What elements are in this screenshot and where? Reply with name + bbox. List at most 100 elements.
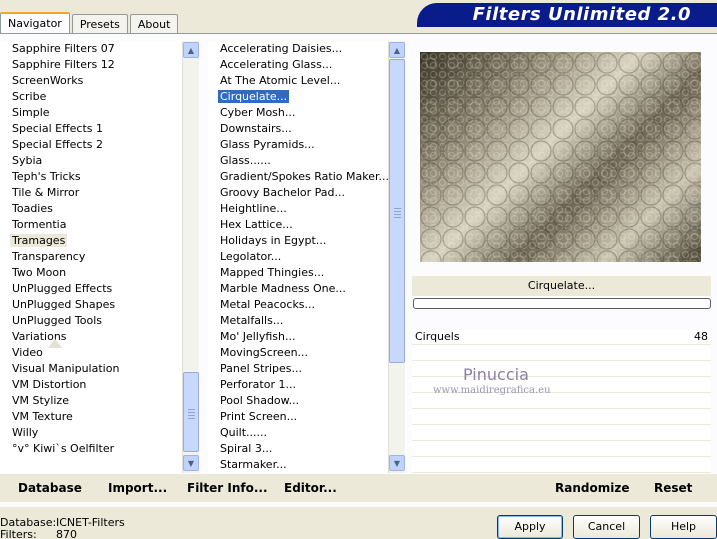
filter-list[interactable]: Accelerating Daisies... Accelerating Glas…	[208, 41, 389, 473]
help-button[interactable]: Help	[650, 515, 717, 539]
list-item[interactable]: Print Screen...	[208, 409, 388, 425]
list-item-label: Willy	[12, 426, 39, 439]
list-item-label: Accelerating Glass...	[220, 58, 333, 71]
scroll-down-arrow-icon[interactable]: ▼	[389, 455, 405, 471]
list-item-label: Visual Manipulation	[12, 362, 120, 375]
list-item-label: Simple	[12, 106, 50, 119]
category-item-selected[interactable]: Tramages	[0, 233, 181, 249]
filter-item-selected[interactable]: Cirquelate...	[208, 89, 388, 105]
list-item[interactable]: Glass......	[208, 153, 388, 169]
list-item-label: Special Effects 2	[12, 138, 104, 151]
editor-button[interactable]: Editor...	[284, 481, 337, 495]
list-item[interactable]: VM Distortion	[0, 377, 181, 393]
randomize-button[interactable]: Randomize	[555, 481, 629, 495]
scroll-up-arrow-icon[interactable]: ▲	[389, 42, 405, 58]
list-item[interactable]: Perforator 1...	[208, 377, 388, 393]
list-item[interactable]: Sybia	[0, 153, 181, 169]
list-item-label: Teph's Tricks	[12, 170, 81, 183]
list-item[interactable]: Heightline...	[208, 201, 388, 217]
tab-navigator[interactable]: Navigator	[0, 12, 70, 35]
list-item[interactable]: VM Texture	[0, 409, 181, 425]
list-item[interactable]: Mo' Jellyfish...	[208, 329, 388, 345]
list-item[interactable]: Cyber Mosh...	[208, 105, 388, 121]
list-item[interactable]: UnPlugged Shapes	[0, 297, 181, 313]
list-item[interactable]: Metal Peacocks...	[208, 297, 388, 313]
list-item[interactable]: Tile & Mirror	[0, 185, 181, 201]
list-item[interactable]: Teph's Tricks	[0, 169, 181, 185]
list-item[interactable]: Tormentia	[0, 217, 181, 233]
list-item[interactable]: MovingScreen...	[208, 345, 388, 361]
slider-marker-icon[interactable]	[48, 339, 62, 348]
list-item[interactable]: Accelerating Glass...	[208, 57, 388, 73]
list-item[interactable]: Scribe	[0, 89, 181, 105]
list-item-label: ScreenWorks	[12, 74, 84, 87]
list-item[interactable]: Mapped Thingies...	[208, 265, 388, 281]
list-item-label: Cyber Mosh...	[220, 106, 296, 119]
list-item-label: Panel Stripes...	[220, 362, 303, 375]
scroll-thumb[interactable]	[389, 59, 405, 363]
list-item[interactable]: Groovy Bachelor Pad...	[208, 185, 388, 201]
list-item[interactable]: Starmaker...	[208, 457, 388, 473]
list-item[interactable]: Video	[0, 345, 181, 361]
category-list[interactable]: Sapphire Filters 07 Sapphire Filters 12 Sc…	[0, 41, 181, 473]
tab-about[interactable]: About	[129, 14, 179, 34]
list-item[interactable]: Transparency	[0, 249, 181, 265]
list-item[interactable]: Spiral 3...	[208, 441, 388, 457]
parameter-name: Cirquels	[415, 330, 460, 343]
list-item[interactable]: Willy	[0, 425, 181, 441]
cancel-button[interactable]: Cancel	[573, 515, 640, 539]
scroll-thumb[interactable]	[183, 372, 199, 452]
scroll-up-arrow-icon[interactable]: ▲	[183, 42, 199, 58]
list-item[interactable]: Simple	[0, 105, 181, 121]
list-item-label: MovingScreen...	[220, 346, 309, 359]
list-item[interactable]: Gradient/Spokes Ratio Maker...	[208, 169, 389, 185]
list-item[interactable]: Toadies	[0, 201, 181, 217]
list-item[interactable]: Visual Manipulation	[0, 361, 181, 377]
list-item[interactable]: Sapphire Filters 07	[0, 41, 181, 57]
list-item-label: Holidays in Egypt...	[220, 234, 327, 247]
list-item[interactable]: Downstairs...	[208, 121, 388, 137]
filter-scrollbar[interactable]: ▲ ▼	[388, 41, 405, 473]
list-item-label: Glass......	[220, 154, 271, 167]
apply-button[interactable]: Apply	[497, 515, 563, 539]
category-scrollbar[interactable]: ▲ ▼	[182, 41, 199, 473]
list-item-label: Tormentia	[12, 218, 67, 231]
parameter-row[interactable]: Cirquels 48	[412, 329, 711, 345]
list-item[interactable]: VM Stylize	[0, 393, 181, 409]
list-item-label: Sapphire Filters 12	[12, 58, 115, 71]
list-item[interactable]: Accelerating Daisies...	[208, 41, 388, 57]
list-item[interactable]: Special Effects 2	[0, 137, 181, 153]
list-item[interactable]: Pool Shadow...	[208, 393, 388, 409]
list-item[interactable]: Metalfalls...	[208, 313, 388, 329]
database-button[interactable]: Database	[18, 481, 82, 495]
list-item[interactable]: °v° Kiwi`s Oelfilter	[0, 441, 181, 457]
list-item[interactable]: UnPlugged Tools	[0, 313, 181, 329]
list-item[interactable]: UnPlugged Effects	[0, 281, 181, 297]
list-item[interactable]: Quilt......	[208, 425, 388, 441]
list-item[interactable]: Hex Lattice...	[208, 217, 388, 233]
list-item-label: Downstairs...	[220, 122, 292, 135]
list-item-label: Transparency	[12, 250, 86, 263]
list-item[interactable]: Glass Pyramids...	[208, 137, 388, 153]
list-item-label: VM Texture	[12, 410, 73, 423]
toolbar: Database Import... Filter Info... Editor…	[0, 474, 717, 502]
list-item[interactable]: Variations	[0, 329, 181, 345]
list-item[interactable]: Panel Stripes...	[208, 361, 388, 377]
list-item[interactable]: Marble Madness One...	[208, 281, 388, 297]
list-item-label: Hex Lattice...	[220, 218, 293, 231]
list-item[interactable]: Sapphire Filters 12	[0, 57, 181, 73]
list-item[interactable]: Two Moon	[0, 265, 181, 281]
parameter-row	[412, 361, 711, 377]
filter-info-button[interactable]: Filter Info...	[187, 481, 268, 495]
list-item[interactable]: Legolator...	[208, 249, 388, 265]
reset-button[interactable]: Reset	[654, 481, 692, 495]
scroll-down-arrow-icon[interactable]: ▼	[183, 455, 199, 471]
list-item-label: Starmaker...	[220, 458, 287, 471]
import-button[interactable]: Import...	[108, 481, 167, 495]
list-item[interactable]: Holidays in Egypt...	[208, 233, 388, 249]
list-item[interactable]: ScreenWorks	[0, 73, 181, 89]
list-item[interactable]: Special Effects 1	[0, 121, 181, 137]
list-item-label: Sybia	[12, 154, 43, 167]
tab-presets[interactable]: Presets	[71, 14, 128, 34]
list-item[interactable]: At The Atomic Level...	[208, 73, 388, 89]
